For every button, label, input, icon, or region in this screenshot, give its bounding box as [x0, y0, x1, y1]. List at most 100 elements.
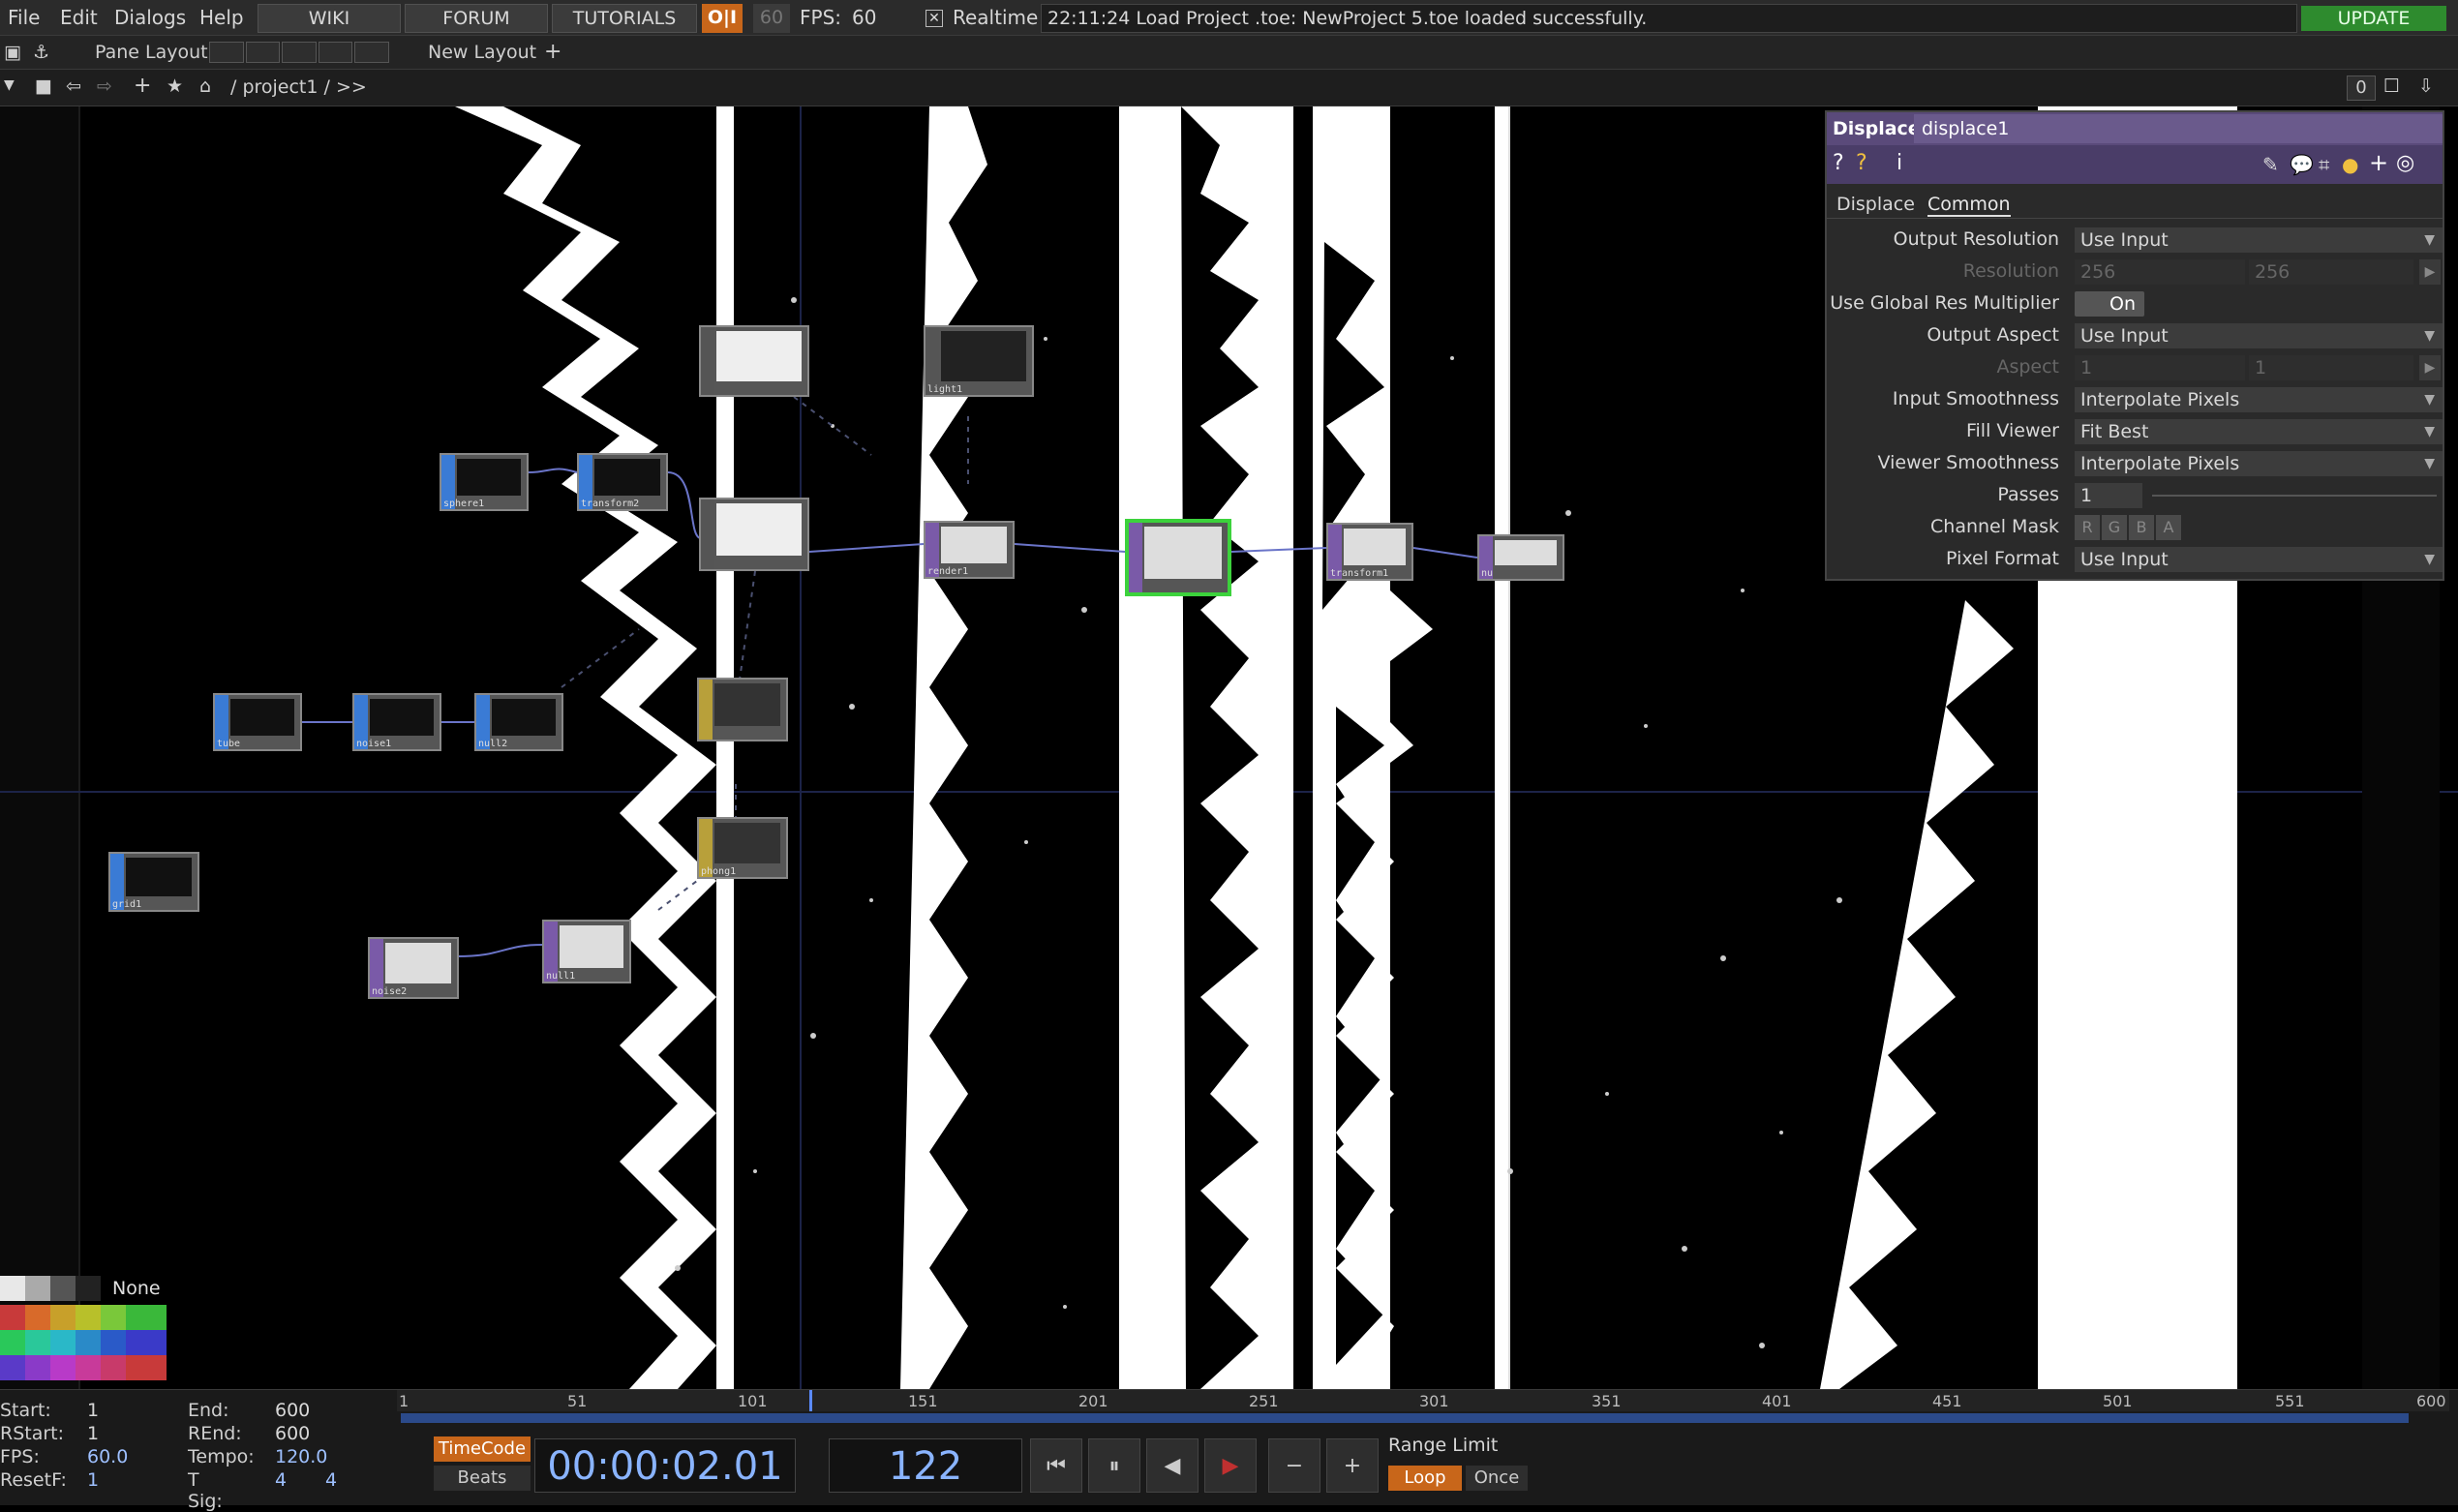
back-icon[interactable]: ⇦ [66, 76, 81, 97]
help-icon[interactable]: ? [1833, 151, 1844, 175]
node-geo2[interactable] [699, 498, 809, 571]
node-null3[interactable]: nu [1477, 534, 1564, 581]
layout-preset-2[interactable] [245, 42, 281, 63]
aspect-x-field[interactable]: 1 [2075, 355, 2245, 380]
tab-common[interactable]: Common [1927, 194, 2011, 217]
channel-a-button[interactable]: A [2156, 515, 2181, 540]
beats-mode-button[interactable]: Beats [434, 1466, 531, 1491]
input-smoothness-menu[interactable]: Interpolate Pixels ▼ [2075, 387, 2443, 412]
output-aspect-menu[interactable]: Use Input ▼ [2075, 323, 2443, 348]
node-null2[interactable]: null2 [474, 693, 563, 751]
update-button[interactable]: UPDATE [2301, 6, 2446, 31]
node-null1[interactable]: null1 [542, 920, 631, 983]
play-forward-icon[interactable]: ▶ [1204, 1438, 1257, 1493]
end-value[interactable]: 600 [275, 1400, 310, 1421]
resolution-y-field[interactable]: 256 [2249, 259, 2413, 285]
passes-slider[interactable] [2152, 495, 2437, 497]
node-noise2[interactable]: noise2 [368, 937, 459, 999]
passes-field[interactable]: 1 [2075, 483, 2142, 508]
node-phong1[interactable]: phong1 [697, 817, 788, 879]
tempo-field[interactable]: 120.0 [275, 1446, 327, 1467]
menu-file[interactable]: File [8, 6, 40, 29]
stop-icon[interactable]: ■ [35, 76, 52, 97]
pixel-format-menu[interactable]: Use Input ▼ [2075, 547, 2443, 572]
add-param-icon[interactable]: + [2369, 149, 2388, 176]
loop-button[interactable]: Loop [1388, 1466, 1462, 1491]
aspect-y-field[interactable]: 1 [2249, 355, 2413, 380]
viewer-smoothness-menu[interactable]: Interpolate Pixels ▼ [2075, 451, 2443, 476]
tag-icon[interactable]: ⌗ [2319, 153, 2329, 176]
resolution-x-field[interactable]: 256 [2075, 259, 2245, 285]
tab-displace[interactable]: Displace [1836, 194, 1915, 215]
info-icon[interactable]: i [1897, 151, 1902, 175]
node-geo[interactable] [699, 325, 809, 397]
timeline-playhead[interactable] [809, 1390, 813, 1411]
play-icon[interactable]: ▶ [2419, 259, 2441, 285]
home-icon[interactable]: ⌂ [199, 76, 211, 97]
pause-icon[interactable]: ⏸ [1088, 1438, 1140, 1493]
edit-icon[interactable]: ✎ [2262, 153, 2279, 176]
channel-b-button[interactable]: B [2129, 515, 2154, 540]
python-icon[interactable]: ● [2342, 153, 2358, 176]
global-res-toggle[interactable]: On [2075, 291, 2144, 317]
python-help-icon[interactable]: ? [1856, 151, 1867, 175]
once-button[interactable]: Once [1466, 1466, 1528, 1491]
timeline-ruler[interactable]: 1 51 101 151 201 251 301 351 401 451 501… [397, 1390, 2449, 1411]
add-layout-icon[interactable]: + [544, 40, 561, 64]
output-resolution-menu[interactable]: Use Input ▼ [2075, 227, 2443, 253]
tsig-numerator[interactable]: 4 [275, 1469, 287, 1491]
channel-g-button[interactable]: G [2102, 515, 2127, 540]
maximize-icon[interactable]: ☐ [2383, 76, 2400, 97]
frame-display[interactable]: 122 [829, 1438, 1022, 1493]
network-path[interactable]: / project1 / >> [230, 76, 367, 98]
node-yellow1[interactable] [697, 678, 788, 741]
node-tube[interactable]: tube [213, 693, 302, 751]
node-grid1[interactable]: grid1 [108, 852, 199, 912]
start-value[interactable]: 1 [87, 1400, 99, 1421]
layout-preset-3[interactable] [282, 42, 317, 63]
palette-none-label[interactable]: None [112, 1278, 161, 1299]
comment-icon[interactable]: 💬 [2290, 153, 2314, 176]
layout-preset-1[interactable] [209, 42, 244, 63]
menu-edit[interactable]: Edit [60, 6, 98, 29]
layout-preset-5[interactable] [354, 42, 389, 63]
node-displace1[interactable] [1125, 519, 1231, 596]
target-icon[interactable]: ◎ [2396, 151, 2414, 175]
channel-r-button[interactable]: R [2075, 515, 2100, 540]
slower-icon[interactable]: − [1268, 1438, 1320, 1493]
download-icon[interactable]: ⇩ [2418, 76, 2434, 97]
menu-dialogs[interactable]: Dialogs [114, 6, 186, 29]
perform-mode-button[interactable]: O|I [702, 4, 743, 33]
node-transform1[interactable]: transform1 [1326, 523, 1413, 581]
pane-counter[interactable]: 0 [2347, 76, 2376, 101]
add-icon[interactable]: + [134, 74, 151, 98]
tsig-denominator[interactable]: 4 [325, 1469, 337, 1491]
forward-icon[interactable]: ⇨ [97, 76, 112, 97]
rend-value[interactable]: 600 [275, 1423, 310, 1444]
realtime-checkbox[interactable]: ✕ [926, 10, 943, 27]
wiki-button[interactable]: WIKI [258, 4, 401, 33]
timecode-mode-button[interactable]: TimeCode [434, 1436, 531, 1462]
rewind-icon[interactable]: ⏮ [1030, 1438, 1082, 1493]
fps-field[interactable]: 60.0 [87, 1446, 128, 1467]
node-render1[interactable]: render1 [924, 521, 1015, 579]
faster-icon[interactable]: + [1326, 1438, 1379, 1493]
forum-button[interactable]: FORUM [405, 4, 548, 33]
node-transform2[interactable]: transform2 [577, 453, 668, 511]
rstart-value[interactable]: 1 [87, 1423, 99, 1444]
timeline-range-bar[interactable] [401, 1413, 2409, 1423]
anchor-icon[interactable]: ⚓ [33, 42, 49, 63]
op-name-field[interactable]: displace1 [1914, 114, 2443, 143]
node-noise1[interactable]: noise1 [352, 693, 441, 751]
tutorials-button[interactable]: TUTORIALS [552, 4, 697, 33]
menu-help[interactable]: Help [199, 6, 244, 29]
node-light1[interactable]: light1 [924, 325, 1034, 397]
new-layout-label[interactable]: New Layout [428, 42, 536, 63]
timecode-display[interactable]: 00:00:02.01 [534, 1438, 796, 1493]
layout-preset-4[interactable] [318, 42, 353, 63]
play-icon[interactable]: ▶ [2419, 355, 2441, 380]
chevron-down-icon[interactable]: ▼ [4, 77, 15, 93]
fps-cap[interactable]: 60 [753, 4, 790, 33]
node-sphere1[interactable]: sphere1 [440, 453, 529, 511]
fill-viewer-menu[interactable]: Fit Best ▼ [2075, 419, 2443, 444]
